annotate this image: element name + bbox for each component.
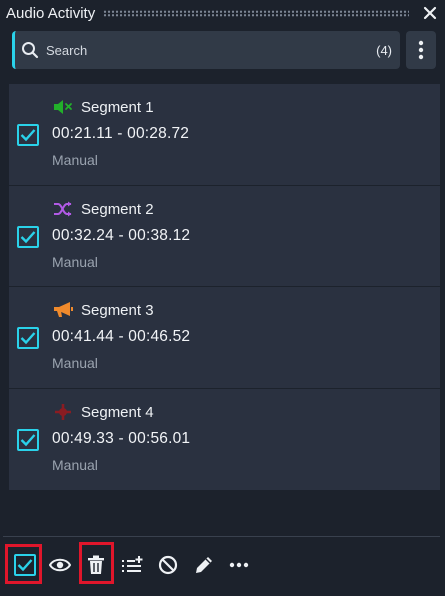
list-item[interactable]: Segment 4 00:49.33 - 00:56.01 Manual	[9, 389, 440, 491]
shuffle-icon	[53, 200, 73, 218]
speaker-mute-icon	[53, 98, 73, 116]
bottom-toolbar	[0, 540, 445, 588]
trash-icon[interactable]	[81, 550, 111, 580]
segment-time-range: 00:41.44 - 00:46.52	[52, 328, 191, 345]
add-list-icon[interactable]	[117, 550, 147, 580]
search-box[interactable]: (4)	[12, 31, 400, 69]
segment-type: Manual	[52, 152, 98, 168]
segment-type: Manual	[52, 456, 98, 473]
segment-time-range: 00:21.11 - 00:28.72	[52, 125, 190, 142]
segment-time-range: 00:32.24 - 00:38.12	[52, 226, 191, 244]
megaphone-icon	[53, 301, 73, 319]
list-item[interactable]: Segment 3 00:41.44 - 00:46.52 Manual	[9, 287, 440, 389]
segment-name: Segment 4	[81, 403, 154, 421]
segment-checkbox[interactable]	[17, 124, 39, 146]
cross-marker-icon	[53, 403, 73, 421]
segment-name: Segment 3	[81, 302, 154, 319]
segment-list: Segment 1 00:21.11 - 00:28.72 Manual Seg…	[9, 84, 440, 490]
window-title: Audio Activity	[6, 4, 96, 22]
more-horizontal-icon[interactable]	[224, 550, 254, 580]
drag-handle[interactable]	[103, 9, 409, 17]
pencil-icon[interactable]	[189, 550, 219, 580]
segment-name: Segment 2	[81, 200, 154, 218]
segment-checkbox[interactable]	[17, 428, 39, 451]
segment-type: Manual	[52, 253, 98, 270]
list-item[interactable]: Segment 1 00:21.11 - 00:28.72 Manual	[9, 84, 440, 186]
segment-name: Segment 1	[81, 99, 154, 116]
kebab-vertical-icon[interactable]	[406, 31, 436, 69]
search-icon	[21, 40, 41, 60]
select-all-checkbox[interactable]	[10, 550, 40, 580]
segment-time-range: 00:49.33 - 00:56.01	[52, 429, 191, 447]
result-count: (4)	[376, 42, 392, 58]
segment-checkbox[interactable]	[17, 327, 39, 349]
eye-icon[interactable]	[45, 550, 75, 580]
segment-checkbox[interactable]	[17, 225, 39, 248]
close-icon[interactable]	[418, 1, 442, 25]
toolbar-divider	[3, 536, 440, 537]
segment-type: Manual	[52, 355, 98, 371]
list-item[interactable]: Segment 2 00:32.24 - 00:38.12 Manual	[9, 186, 440, 287]
title-bar: Audio Activity	[0, 0, 445, 26]
block-icon[interactable]	[153, 550, 183, 580]
search-input[interactable]	[41, 42, 377, 58]
